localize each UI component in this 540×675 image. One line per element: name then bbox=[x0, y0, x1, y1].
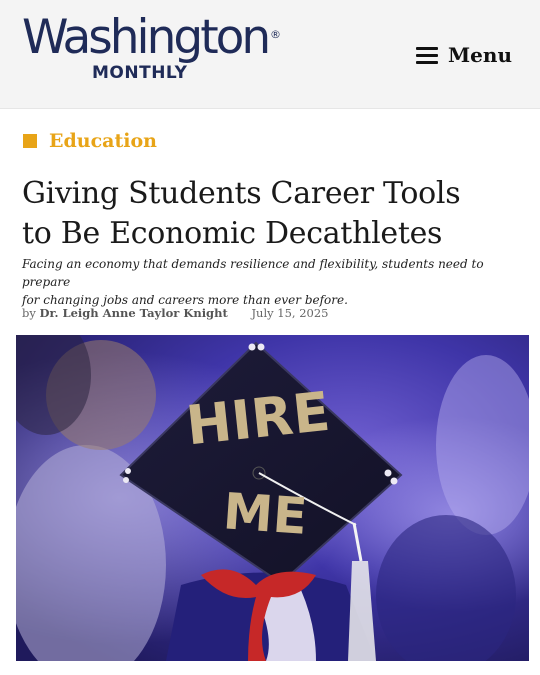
article-title: Giving Students Career Tools to Be Econo… bbox=[22, 174, 522, 254]
site-header: Washington ® MONTHLY Menu bbox=[0, 0, 540, 109]
article-title-line-1: Giving Students Career Tools bbox=[22, 176, 461, 211]
logo-registered-mark: ® bbox=[270, 28, 281, 41]
site-logo[interactable]: Washington ® MONTHLY bbox=[22, 14, 282, 88]
article-dek: Facing an economy that demands resilienc… bbox=[22, 255, 492, 309]
hamburger-icon bbox=[416, 47, 439, 64]
article-dek-line-2: for changing jobs and careers more than … bbox=[22, 293, 348, 307]
publish-date: July 15, 2025 bbox=[251, 306, 329, 320]
category-square-icon bbox=[23, 134, 37, 148]
category-label[interactable]: Education bbox=[49, 130, 157, 152]
article-title-line-2: to Be Economic Decathletes bbox=[22, 216, 443, 251]
hero-image: HIRE ME bbox=[16, 335, 529, 661]
author-name[interactable]: Dr. Leigh Anne Taylor Knight bbox=[40, 306, 228, 320]
byline-prefix: by bbox=[22, 306, 36, 320]
menu-button[interactable]: Menu bbox=[416, 43, 512, 67]
article-dek-line-1: Facing an economy that demands resilienc… bbox=[22, 257, 484, 289]
category-tag[interactable]: Education bbox=[23, 130, 157, 152]
logo-wordmark: Washington bbox=[22, 10, 271, 65]
hero-graduation-cap-photo: HIRE ME bbox=[16, 335, 529, 661]
byline: by Dr. Leigh Anne Taylor Knight July 15,… bbox=[22, 306, 329, 320]
logo-subtitle: MONTHLY bbox=[92, 63, 188, 83]
cap-text-line-2: ME bbox=[221, 482, 309, 546]
menu-label: Menu bbox=[448, 43, 512, 67]
